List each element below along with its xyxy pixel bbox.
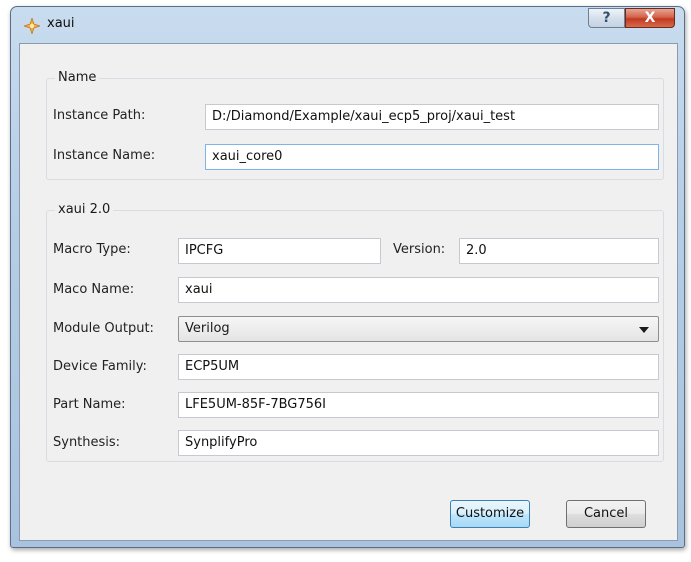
close-button[interactable]: X [625,8,675,28]
dialog-body: Name Instance Path: D:/Diamond/Example/x… [19,43,678,541]
maco-name-label: Maco Name: [53,282,135,297]
instance-name-field[interactable]: xaui_core0 [205,144,659,170]
diamond-app-icon [23,17,41,35]
title-bar[interactable]: xaui ? X [11,7,684,43]
xaui-group-title: xaui 2.0 [55,202,114,217]
help-button[interactable]: ? [588,8,625,28]
synthesis-label: Synthesis: [53,435,121,450]
macro-type-field[interactable]: IPCFG [178,238,381,264]
dialog-window: xaui ? X Name Instance Path: D:/Diamond/… [10,6,685,548]
macro-type-label: Macro Type: [53,242,131,257]
window-title: xaui [47,16,75,31]
device-family-label: Device Family: [53,359,147,374]
version-field[interactable]: 2.0 [459,238,659,264]
instance-path-field[interactable]: D:/Diamond/Example/xaui_ecp5_proj/xaui_t… [205,104,659,130]
instance-path-label: Instance Path: [53,108,146,123]
synthesis-field[interactable]: SynplifyPro [178,430,659,456]
close-icon: X [644,10,656,26]
part-name-label: Part Name: [53,397,126,412]
cancel-button[interactable]: Cancel [566,500,646,528]
name-group-title: Name [55,70,100,85]
module-output-label: Module Output: [53,321,154,336]
module-output-select[interactable]: Verilog [178,316,659,342]
instance-name-label: Instance Name: [53,148,156,163]
device-family-field[interactable]: ECP5UM [178,354,659,380]
part-name-field[interactable]: LFE5UM-85F-7BG756I [178,392,659,418]
chevron-down-icon [639,327,649,333]
question-icon: ? [602,10,611,26]
version-label: Version: [393,242,446,257]
customize-button[interactable]: Customize [450,500,530,528]
module-output-value: Verilog [185,321,230,336]
maco-name-field[interactable]: xaui [178,277,659,303]
